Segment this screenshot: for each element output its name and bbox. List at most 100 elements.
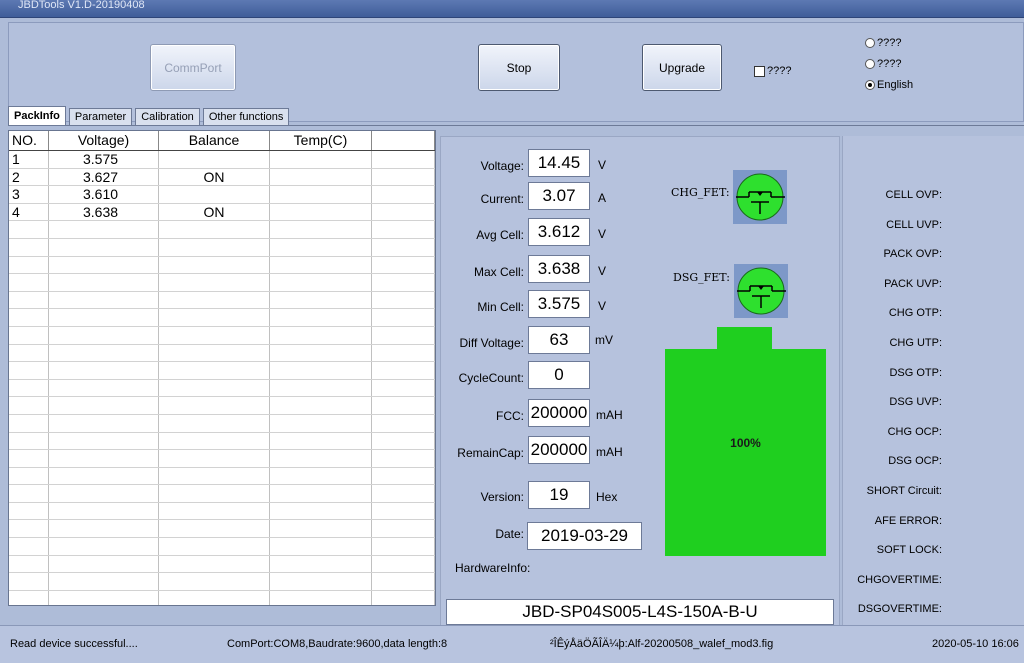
table-cell[interactable] [9,221,49,238]
table-cell[interactable] [372,309,435,326]
table-cell[interactable] [49,467,159,485]
table-cell[interactable] [159,326,270,344]
table-row[interactable] [9,467,435,486]
radio-button[interactable] [865,59,875,69]
table-cell[interactable] [159,538,270,555]
table-cell[interactable] [49,291,159,309]
table-cell[interactable]: 4 [9,203,49,221]
table-row[interactable] [9,450,435,468]
table-cell[interactable] [49,520,159,538]
table-cell[interactable] [270,151,372,168]
table-cell[interactable] [270,414,372,432]
table-cell[interactable] [49,450,159,467]
table-cell[interactable] [49,502,159,520]
table-row[interactable]: 1 3.575 [9,151,435,169]
table-cell[interactable] [159,309,270,326]
table-cell[interactable] [9,590,49,605]
cell-voltage-table[interactable]: NO. Voltage) Balance Temp(C) 1 3.575 2 3.62… [8,130,436,606]
table-cell[interactable] [49,326,159,344]
table-cell[interactable] [372,168,435,186]
table-cell[interactable]: 3.627 [49,168,159,186]
table-cell[interactable] [372,485,435,502]
table-cell[interactable] [159,432,270,450]
table-cell[interactable] [159,221,270,238]
table-cell[interactable] [270,538,372,555]
table-cell[interactable] [159,274,270,291]
table-cell[interactable] [159,362,270,379]
table-cell[interactable] [372,590,435,605]
table-cell[interactable] [9,291,49,309]
table-cell[interactable] [159,590,270,605]
table-cell[interactable] [270,274,372,291]
table-cell[interactable] [270,362,372,379]
table-cell[interactable] [270,573,372,590]
table-cell[interactable] [372,538,435,555]
table-cell[interactable] [9,256,49,274]
table-cell[interactable] [372,450,435,467]
table-cell[interactable] [159,467,270,485]
table-cell[interactable]: 2 [9,168,49,186]
table-cell[interactable] [49,432,159,450]
table-cell[interactable] [9,502,49,520]
table-row[interactable] [9,344,435,363]
table-cell[interactable] [49,238,159,256]
table-cell[interactable] [9,344,49,362]
table-cell[interactable] [159,238,270,256]
table-cell[interactable] [49,344,159,362]
table-cell[interactable] [270,291,372,309]
table-cell[interactable] [270,379,372,397]
table-cell[interactable] [9,309,49,326]
table-cell[interactable] [159,186,270,203]
table-cell[interactable]: ON [159,203,270,221]
table-cell[interactable] [270,397,372,414]
table-cell[interactable] [49,379,159,397]
column-header-voltage[interactable]: Voltage) [49,131,159,150]
table-cell[interactable] [9,274,49,291]
table-cell[interactable] [9,414,49,432]
table-cell[interactable] [372,414,435,432]
table-cell[interactable]: 1 [9,151,49,168]
language-radio-1[interactable]: ???? [865,37,901,49]
table-cell[interactable] [49,590,159,605]
table-row[interactable] [9,362,435,380]
table-row[interactable] [9,485,435,503]
table-cell[interactable] [372,397,435,414]
table-cell[interactable] [372,555,435,573]
table-cell[interactable] [372,573,435,590]
table-row[interactable] [9,326,435,345]
table-cell[interactable] [159,397,270,414]
table-row[interactable] [9,221,435,239]
stop-button[interactable]: Stop [478,44,560,91]
table-cell[interactable] [372,432,435,450]
table-cell[interactable] [270,450,372,467]
table-cell[interactable] [270,309,372,326]
table-cell[interactable] [9,238,49,256]
table-cell[interactable] [270,326,372,344]
table-cell[interactable] [159,520,270,538]
table-cell[interactable] [159,485,270,502]
table-cell[interactable] [270,256,372,274]
tab-packinfo[interactable]: PackInfo [8,106,66,126]
tab-parameter[interactable]: Parameter [68,108,133,126]
table-cell[interactable] [372,344,435,362]
table-cell[interactable] [372,256,435,274]
table-cell[interactable]: 3.575 [49,151,159,168]
option-checkbox-wrap[interactable]: ???? [754,65,791,77]
language-radio-english[interactable]: English [865,79,913,91]
table-cell[interactable] [9,379,49,397]
table-cell[interactable] [9,520,49,538]
table-row[interactable]: 2 3.627 ON [9,168,435,187]
table-cell[interactable] [159,344,270,362]
table-cell[interactable]: ON [159,168,270,186]
table-cell[interactable] [372,291,435,309]
table-cell[interactable] [270,590,372,605]
table-cell[interactable] [372,467,435,485]
tab-other-functions[interactable]: Other functions [202,108,290,126]
table-row[interactable] [9,520,435,539]
table-cell[interactable] [270,432,372,450]
table-row[interactable] [9,274,435,292]
table-cell[interactable] [270,168,372,186]
column-header-temp[interactable]: Temp(C) [270,131,372,150]
table-cell[interactable] [9,326,49,344]
table-cell[interactable] [159,291,270,309]
